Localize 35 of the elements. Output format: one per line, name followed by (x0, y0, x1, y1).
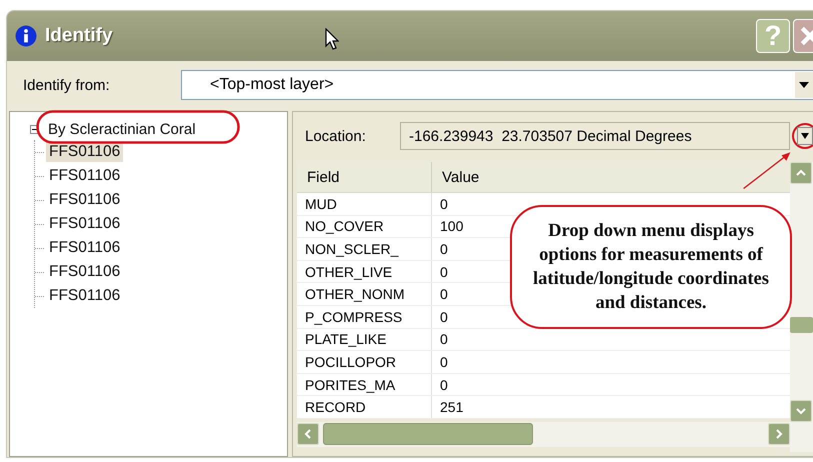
table-cell: PORITES_MA (297, 374, 432, 396)
tree-item[interactable]: FFS01106 (46, 286, 124, 306)
table-cell-text: 100 (439, 217, 464, 236)
column-header[interactable]: Field (297, 162, 432, 192)
annotation-callout: Drop down menu displays options for measurements of latitude/longitude coordinates and distances. (510, 205, 792, 329)
table-cell: PLATE_LIKE (297, 328, 432, 350)
tree-item[interactable]: FFS01106 (46, 142, 124, 162)
tree-item[interactable]: FFS01106 (46, 238, 124, 258)
layer-dropdown[interactable]: <Top-most layer> (181, 70, 813, 100)
table-cell: OTHER_LIVE (297, 260, 432, 282)
table-cell: POCILLOPOR (297, 351, 432, 373)
column-header[interactable]: Value (432, 162, 480, 192)
tree-item[interactable]: FFS01106 (46, 214, 124, 234)
table-cell-text: 0 (439, 330, 448, 350)
tree-item[interactable]: FFS01106 (46, 166, 124, 186)
table-cell-text: 0 (439, 240, 448, 259)
table-cell-text: 0 (439, 285, 448, 304)
tree-item[interactable]: FFS01106 (46, 190, 124, 210)
table-cell: OTHER_NONM (297, 283, 432, 305)
location-field: -166.239943 23.703507 Decimal Degrees (400, 122, 790, 150)
table-cell-text: 0 (439, 308, 448, 327)
table-cell-text: 0 (439, 376, 448, 395)
table-cell-text: 0 (439, 194, 448, 214)
table-cell: RECORD (297, 396, 432, 418)
identify-from-label: Identify from: (23, 76, 111, 94)
table-cell-text: 251 (439, 398, 464, 418)
table-cell-text: 0 (439, 352, 448, 372)
table-cell: MUD (297, 193, 432, 215)
window-title: Identify (45, 25, 113, 47)
table-cell: NO_COVER (297, 216, 432, 238)
table-cell: P_COMPRESS (297, 306, 432, 328)
location-label: Location: (304, 128, 367, 144)
table-cell-text: 0 (439, 262, 448, 282)
tree-item[interactable]: FFS01106 (46, 262, 124, 282)
table-cell: NON_SCLER_ (297, 238, 432, 260)
